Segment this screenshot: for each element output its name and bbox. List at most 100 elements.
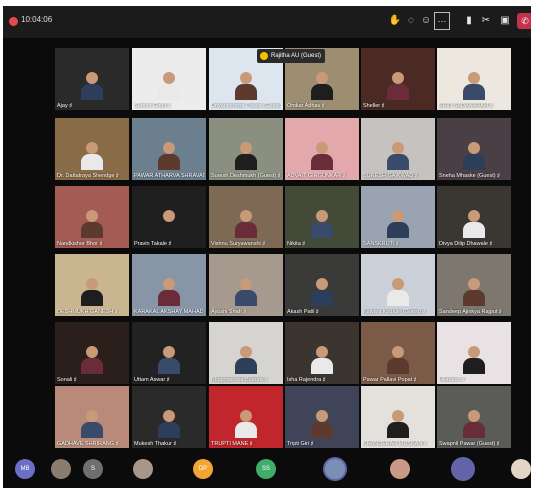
- participant-video: [387, 346, 409, 374]
- active-speaker-label: Rajitha AU (Guest): [257, 49, 326, 63]
- participant-name: Hiladesh ♯: [439, 377, 465, 383]
- participant-video: [158, 142, 180, 170]
- participant-tile[interactable]: Vishnu Suryawanshi ♯: [209, 186, 283, 248]
- participant-name: Bhagyashree Bondre ♯: [211, 377, 267, 383]
- participant-tile[interactable]: Tripti Giri ♯: [285, 386, 359, 448]
- participant-tile[interactable]: SANSKRUTI ♯: [361, 186, 435, 248]
- leave-button[interactable]: ✆: [517, 13, 531, 29]
- participant-video: [235, 346, 257, 374]
- participant-name: Dnyaneshwar Pawar (Guest) ♯: [211, 103, 281, 109]
- people-icon[interactable]: ☺: [419, 14, 433, 28]
- participant-avatar[interactable]: SS: [256, 459, 276, 479]
- participant-name: ADVAIT GIRGUNKAR ♯: [287, 173, 346, 179]
- participant-video: [463, 410, 485, 438]
- active-speaker-name: Rajitha AU (Guest): [271, 53, 322, 59]
- participant-tile[interactable]: Mukesh Thakur ♯: [132, 386, 206, 448]
- participant-avatar[interactable]: [390, 459, 410, 479]
- participant-avatar[interactable]: [51, 459, 71, 479]
- participant-tile[interactable]: Bhagyashree Bondre ♯: [209, 322, 283, 384]
- participant-name: KARAKAL AKSHAY MAHADEV ♯: [134, 309, 204, 315]
- participant-video: [235, 278, 257, 306]
- participant-avatar[interactable]: S: [83, 459, 103, 479]
- participant-name: TRUPTI MANE ♯: [211, 441, 253, 447]
- participant-tile[interactable]: Pawar Pallavi Popat ♯: [361, 322, 435, 384]
- participant-video: [235, 72, 257, 100]
- participant-name: Isha Rajendra ♯: [287, 377, 326, 383]
- participant-avatar[interactable]: DP: [193, 459, 213, 479]
- participant-tile[interactable]: PAWAR ATHARVA SHRAVAN ♯: [132, 118, 206, 180]
- participant-tile[interactable]: Suresh Ghuli ♯: [132, 48, 206, 110]
- participant-name: Vishnu Suryawanshi ♯: [211, 241, 266, 247]
- participant-video: [311, 142, 333, 170]
- participant-avatar[interactable]: [133, 459, 153, 479]
- camera-icon[interactable]: ▮: [462, 14, 476, 28]
- participant-tile[interactable]: Sheller ♯: [361, 48, 435, 110]
- participant-tile[interactable]: Akash Patil ♯: [285, 254, 359, 316]
- participant-tile[interactable]: Sonali ♯: [55, 322, 129, 384]
- participant-video: [463, 210, 485, 238]
- participant-tile[interactable]: SHID SADANARAM ♯: [437, 48, 511, 110]
- participant-tile[interactable]: Ayushi Shah ♯: [209, 254, 283, 316]
- participant-tile[interactable]: Dr. Dattatraya Shendge ♯: [55, 118, 129, 180]
- participant-name: Omkar Adhav ♯: [287, 103, 325, 109]
- participant-tile[interactable]: Ajay ♯: [55, 48, 129, 110]
- participant-video: [311, 72, 333, 100]
- participant-tile[interactable]: Isha Rajendra ♯: [285, 322, 359, 384]
- participant-tile[interactable]: Swapnil Pawar (Guest) ♯: [437, 386, 511, 448]
- participant-tile[interactable]: KHANDEKAR MUSKAN ♯: [361, 386, 435, 448]
- mic-icon[interactable]: ✂: [479, 14, 493, 28]
- participant-name: Sheller ♯: [363, 103, 385, 109]
- participant-video: [463, 142, 485, 170]
- participant-tile[interactable]: Nandkishor Bhor ♯: [55, 186, 129, 248]
- participant-name: Akash Patil ♯: [287, 309, 319, 315]
- participant-name: Sandeep Ajinkya Rajput ♯: [439, 309, 502, 315]
- participant-video: [81, 72, 103, 100]
- participant-tile[interactable]: Suresh Deshmukh (Guest) ♯: [209, 118, 283, 180]
- participant-name: GADHAVE SHRIRANG ♯: [57, 441, 119, 447]
- participant-tile[interactable]: Divya Dilip Dhawale ♯: [437, 186, 511, 248]
- video-grid: Ajay ♯ Suresh Ghuli ♯ Dnyaneshwar Pawar (G…: [3, 38, 531, 449]
- participant-tile[interactable]: TRUPTI MANE ♯: [209, 386, 283, 448]
- participant-name: Tripti Giri ♯: [287, 441, 314, 447]
- participant-video: [387, 210, 409, 238]
- participant-video: [387, 410, 409, 438]
- participant-avatar[interactable]: [325, 459, 345, 479]
- participant-video: [387, 278, 409, 306]
- participant-video: [311, 346, 333, 374]
- hand-icon[interactable]: ✋: [388, 14, 402, 28]
- participant-name: Nikita ♯: [287, 241, 306, 247]
- meeting-toolbar: 10:04:06 ✋ ◌ ☺ ··· ▮ ✂ ▣ ✆: [3, 6, 531, 38]
- participant-tile[interactable]: Kalyani Kothule (Guest) ♯: [361, 254, 435, 316]
- participant-video: [81, 142, 103, 170]
- raised-hand-icon: [260, 52, 268, 60]
- share-icon[interactable]: ▣: [498, 14, 512, 28]
- participant-avatar[interactable]: MB: [15, 459, 35, 479]
- participant-name: Pravin Takale ♯: [134, 241, 172, 247]
- participant-video: [235, 142, 257, 170]
- participant-video: [81, 278, 103, 306]
- participant-name: KHANDEKAR MUSKAN ♯: [363, 441, 427, 447]
- participant-name: Sneha Mhaske (Guest) ♯: [439, 173, 500, 179]
- participant-video: [311, 210, 333, 238]
- participant-tile[interactable]: Hiladesh ♯: [437, 322, 511, 384]
- participant-tile[interactable]: GADHAVE SHRIRANG ♯: [55, 386, 129, 448]
- participant-tile[interactable]: Nikita ♯: [285, 186, 359, 248]
- chat-icon[interactable]: ◌: [404, 14, 418, 28]
- participant-tile[interactable]: Sneha Mhaske (Guest) ♯: [437, 118, 511, 180]
- participant-tile[interactable]: ADVAIT GIRGUNKAR ♯: [285, 118, 359, 180]
- participant-name: SANSKRUTI ♯: [363, 241, 399, 247]
- participant-avatar[interactable]: [453, 459, 473, 479]
- participant-tile[interactable]: KARAKAL AKSHAY MAHADEV ♯: [132, 254, 206, 316]
- participant-tile[interactable]: Sandeep Ajinkya Rajput ♯: [437, 254, 511, 316]
- participant-tile[interactable]: Uttam Aswar ♯: [132, 322, 206, 384]
- meeting-timer: 10:04:06: [21, 15, 53, 24]
- participant-avatar[interactable]: [511, 459, 531, 479]
- participant-video: [81, 346, 103, 374]
- participant-strip: MB S DP SS: [3, 449, 531, 488]
- participant-tile[interactable]: SURESH GAIKWAD ♯: [361, 118, 435, 180]
- recording-icon: [9, 17, 18, 26]
- participant-tile[interactable]: Pravin Takale ♯: [132, 186, 206, 248]
- participant-video: [158, 72, 180, 100]
- more-button[interactable]: ···: [434, 12, 450, 30]
- participant-tile[interactable]: DESHMUKH GANESH ♯: [55, 254, 129, 316]
